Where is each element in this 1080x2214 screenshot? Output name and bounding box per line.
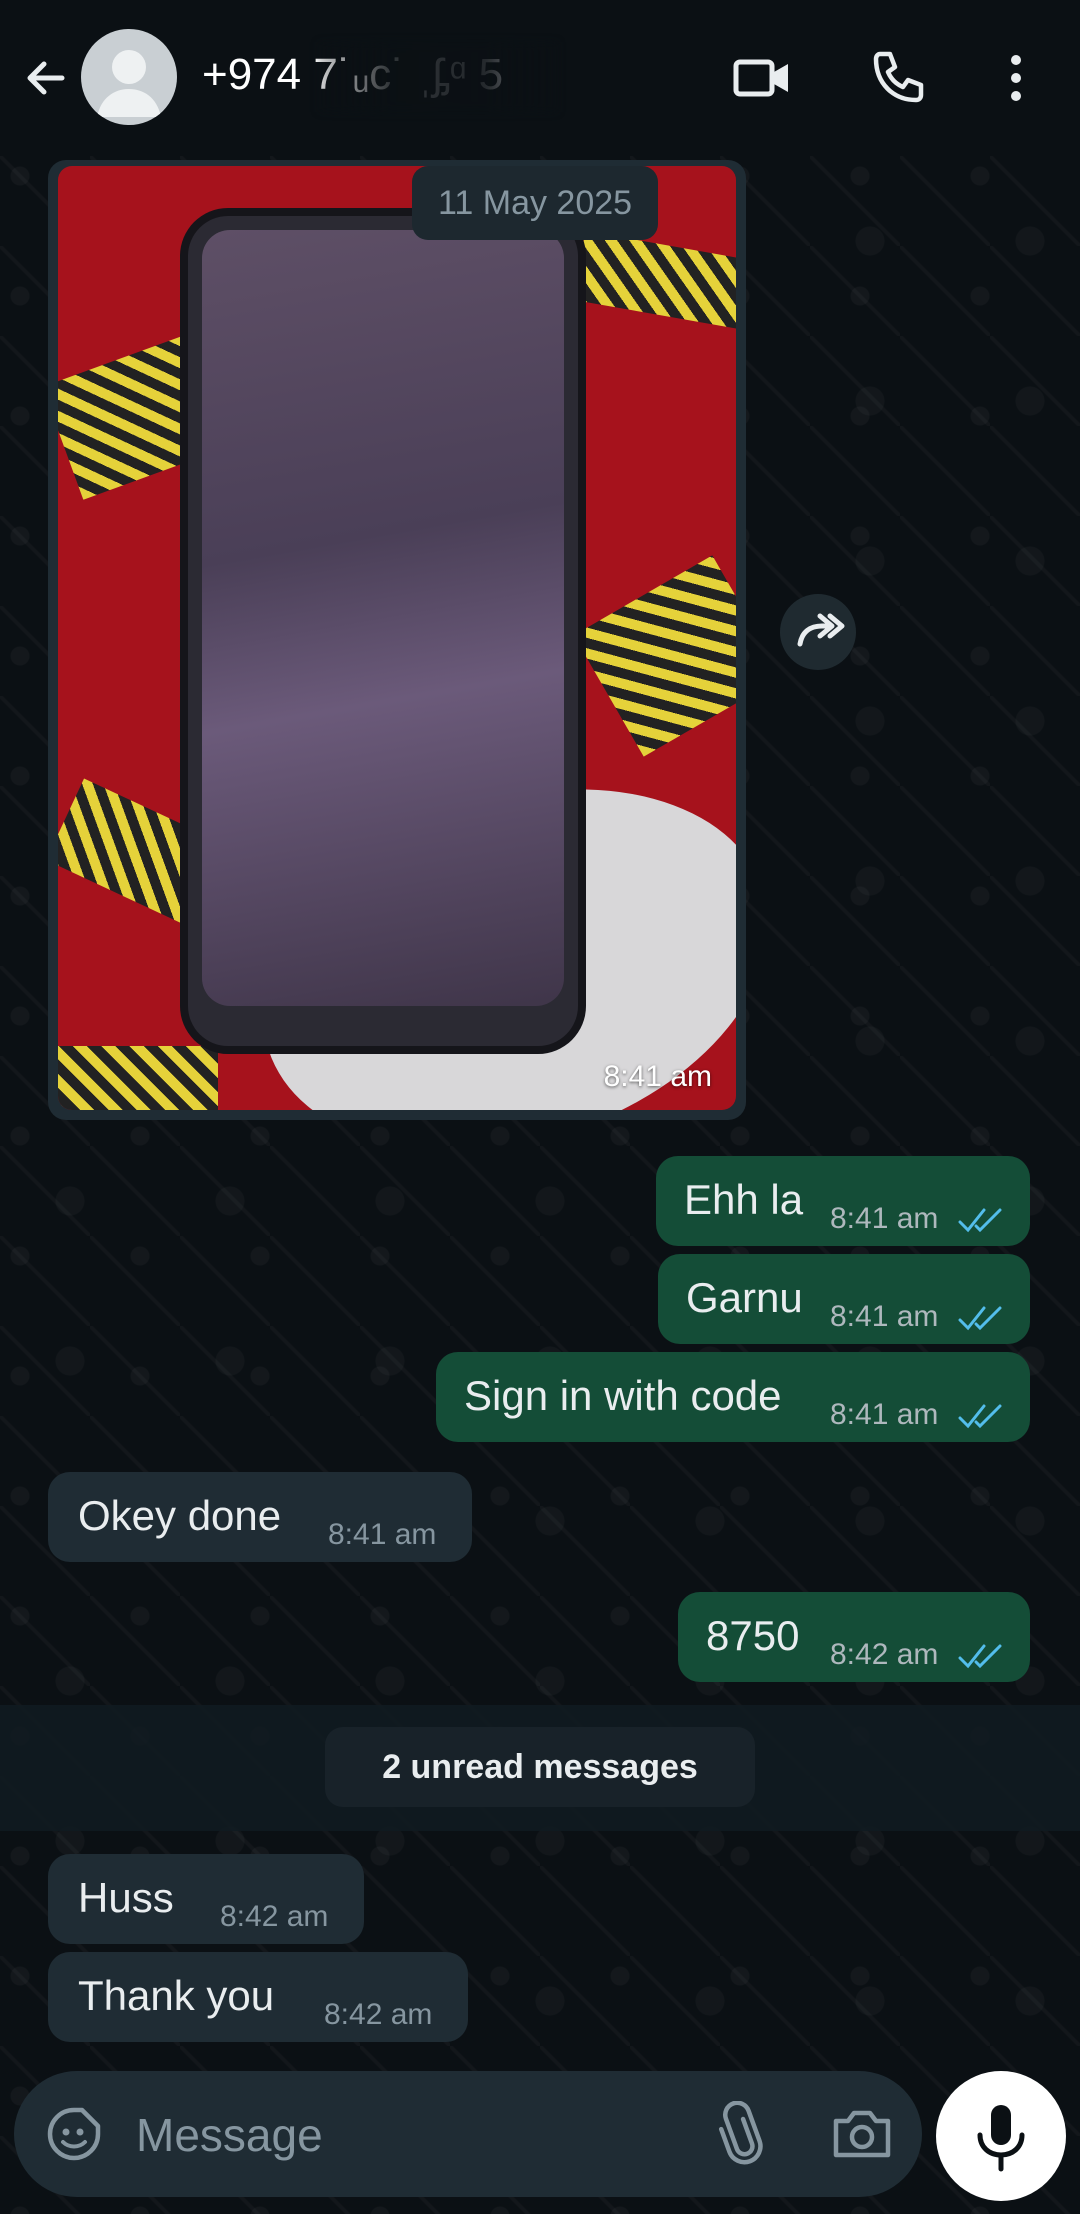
message-composer: [14, 2071, 922, 2197]
unread-messages-label: 2 unread messages: [325, 1727, 755, 1807]
read-ticks-icon: [958, 1306, 1002, 1331]
carpet-pattern: [58, 1046, 218, 1110]
camera-icon[interactable]: [830, 2103, 894, 2163]
redaction-blur: [318, 42, 558, 112]
message-incoming[interactable]: Thank you 8:42 am: [48, 1952, 468, 2042]
phone-photo: [188, 216, 578, 1046]
date-separator: 11 May 2025: [412, 166, 659, 240]
read-ticks-icon: [958, 1404, 1002, 1429]
message-text: 8750: [706, 1612, 800, 1659]
carpet-pattern: [573, 230, 736, 332]
message-incoming[interactable]: Okey done 8:41 am: [48, 1472, 472, 1562]
message-text: Okey done: [78, 1492, 282, 1539]
message-text: Huss: [78, 1874, 174, 1921]
forward-icon: [797, 613, 845, 647]
image-message[interactable]: 8:41 am: [48, 160, 746, 1120]
image-time: 8:41 am: [603, 1060, 712, 1093]
chat-header: +974 7˙ᵤᴄ˙ ˌᶋᵅ 5: [0, 0, 1080, 156]
message-text: Garnu: [686, 1274, 803, 1321]
message-incoming[interactable]: Huss 8:42 am: [48, 1854, 364, 1944]
sticker-icon[interactable]: [44, 2104, 104, 2164]
message-text: Thank you: [78, 1972, 275, 2019]
phone-screen: [202, 230, 564, 1006]
contact-avatar[interactable]: [81, 29, 177, 125]
read-ticks-icon: [958, 1208, 1002, 1233]
attach-icon[interactable]: [712, 2101, 768, 2167]
voice-message-button[interactable]: [936, 2071, 1066, 2201]
message-time: 8:41 am: [328, 1518, 437, 1551]
message-time: 8:42 am: [220, 1900, 329, 1933]
message-time: 8:41 am: [830, 1398, 939, 1431]
mic-icon: [977, 2105, 1025, 2172]
message-outgoing[interactable]: Ehh la 8:41 am: [656, 1156, 1030, 1246]
message-outgoing[interactable]: 8750 8:42 am: [678, 1592, 1030, 1682]
message-time: 8:42 am: [324, 1998, 433, 2031]
message-time: 8:42 am: [830, 1638, 939, 1671]
message-time: 8:41 am: [830, 1300, 939, 1333]
forward-button[interactable]: [780, 594, 856, 670]
carpet-pattern: [573, 555, 736, 757]
message-time: 8:41 am: [830, 1202, 939, 1235]
read-ticks-icon: [958, 1644, 1002, 1669]
more-options-icon[interactable]: [986, 46, 1046, 110]
message-text: Ehh la: [684, 1176, 804, 1223]
message-outgoing[interactable]: Sign in with code 8:41 am: [436, 1352, 1030, 1442]
message-outgoing[interactable]: Garnu 8:41 am: [658, 1254, 1030, 1344]
image-thumbnail[interactable]: 8:41 am: [58, 166, 736, 1110]
voice-call-icon[interactable]: [866, 46, 930, 110]
message-input[interactable]: [134, 2101, 698, 2169]
message-text: Sign in with code: [464, 1372, 782, 1419]
video-call-icon[interactable]: [730, 46, 794, 110]
back-arrow-icon[interactable]: [18, 50, 74, 106]
